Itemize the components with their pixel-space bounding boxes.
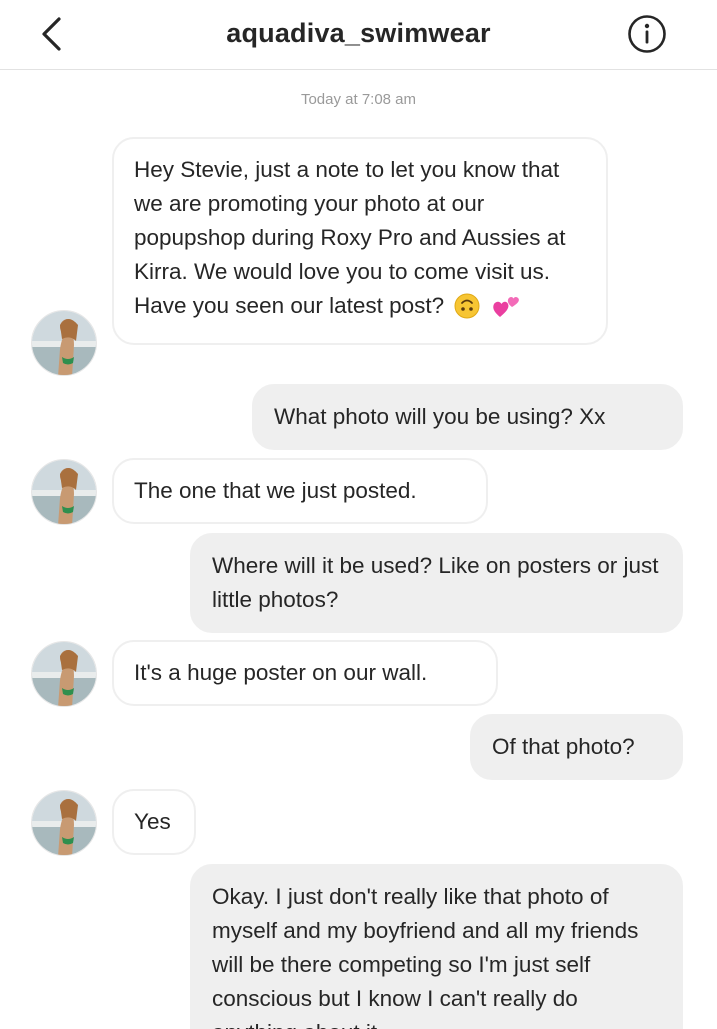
message-text: It's a huge poster on our wall. xyxy=(134,660,428,685)
info-button[interactable] xyxy=(625,12,669,56)
incoming-message-bubble[interactable]: Yes xyxy=(112,789,196,855)
outgoing-message-bubble[interactable]: What photo will you be using? Xx xyxy=(252,384,683,450)
outgoing-message-bubble[interactable]: Okay. I just don't really like that phot… xyxy=(190,864,683,1029)
sender-avatar[interactable] xyxy=(31,459,97,525)
avatar-photo xyxy=(32,642,96,706)
avatar-photo xyxy=(32,791,96,855)
message-timestamp: Today at 7:08 am xyxy=(300,91,417,108)
incoming-message-bubble[interactable]: The one that we just posted. xyxy=(112,458,488,524)
message-text: The one that we just posted. xyxy=(134,478,417,503)
message-text: Where will it be used? Like on posters o… xyxy=(212,553,659,612)
message-text: Yes xyxy=(134,809,171,834)
message-text: Okay. I just don't really like that phot… xyxy=(212,884,639,1029)
upside-down-face-emoji xyxy=(454,293,480,329)
chat-header: aquadiva_swimwear xyxy=(0,0,717,70)
incoming-message-bubble[interactable]: It's a huge poster on our wall. xyxy=(112,640,498,706)
sender-avatar[interactable] xyxy=(31,310,97,376)
outgoing-message-bubble[interactable]: Where will it be used? Like on posters o… xyxy=(190,533,683,633)
message-text: What photo will you be using? Xx xyxy=(274,404,606,429)
info-circle-icon xyxy=(628,15,666,53)
incoming-message-bubble[interactable]: Hey Stevie, just a note to let you know … xyxy=(112,137,608,345)
outgoing-message-bubble[interactable]: Of that photo? xyxy=(470,714,683,780)
two-hearts-emoji xyxy=(491,293,521,329)
message-text: Of that photo? xyxy=(492,734,635,759)
avatar-photo xyxy=(32,311,96,375)
sender-avatar[interactable] xyxy=(31,641,97,707)
chat-title[interactable]: aquadiva_swimwear xyxy=(0,18,717,49)
sender-avatar[interactable] xyxy=(31,790,97,856)
direct-message-screen: aquadiva_swimwear Today at 7:08 am Hey S… xyxy=(0,0,717,1029)
avatar-photo xyxy=(32,460,96,524)
